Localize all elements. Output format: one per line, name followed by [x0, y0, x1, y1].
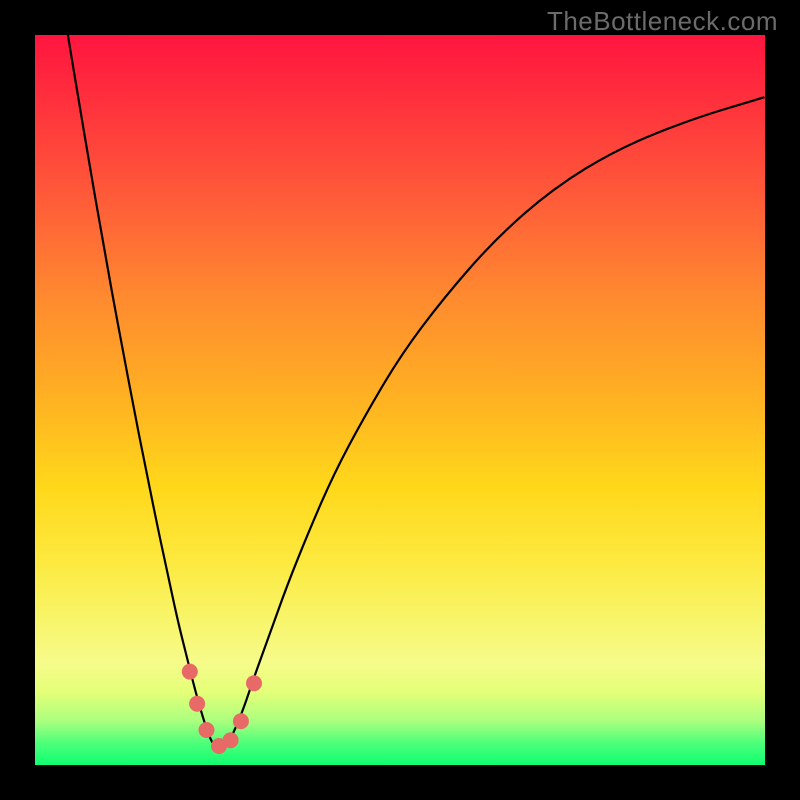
curve-marker — [223, 732, 239, 748]
curve-markers — [182, 664, 262, 754]
curve-marker — [189, 696, 205, 712]
bottleneck-curve-path — [68, 35, 765, 750]
curve-marker — [182, 664, 198, 680]
watermark-text: TheBottleneck.com — [547, 6, 778, 37]
curve-marker — [233, 713, 249, 729]
plot-area — [35, 35, 765, 765]
curve-marker — [199, 722, 215, 738]
curve-svg — [35, 35, 765, 765]
chart-frame: TheBottleneck.com — [0, 0, 800, 800]
curve-marker — [246, 675, 262, 691]
